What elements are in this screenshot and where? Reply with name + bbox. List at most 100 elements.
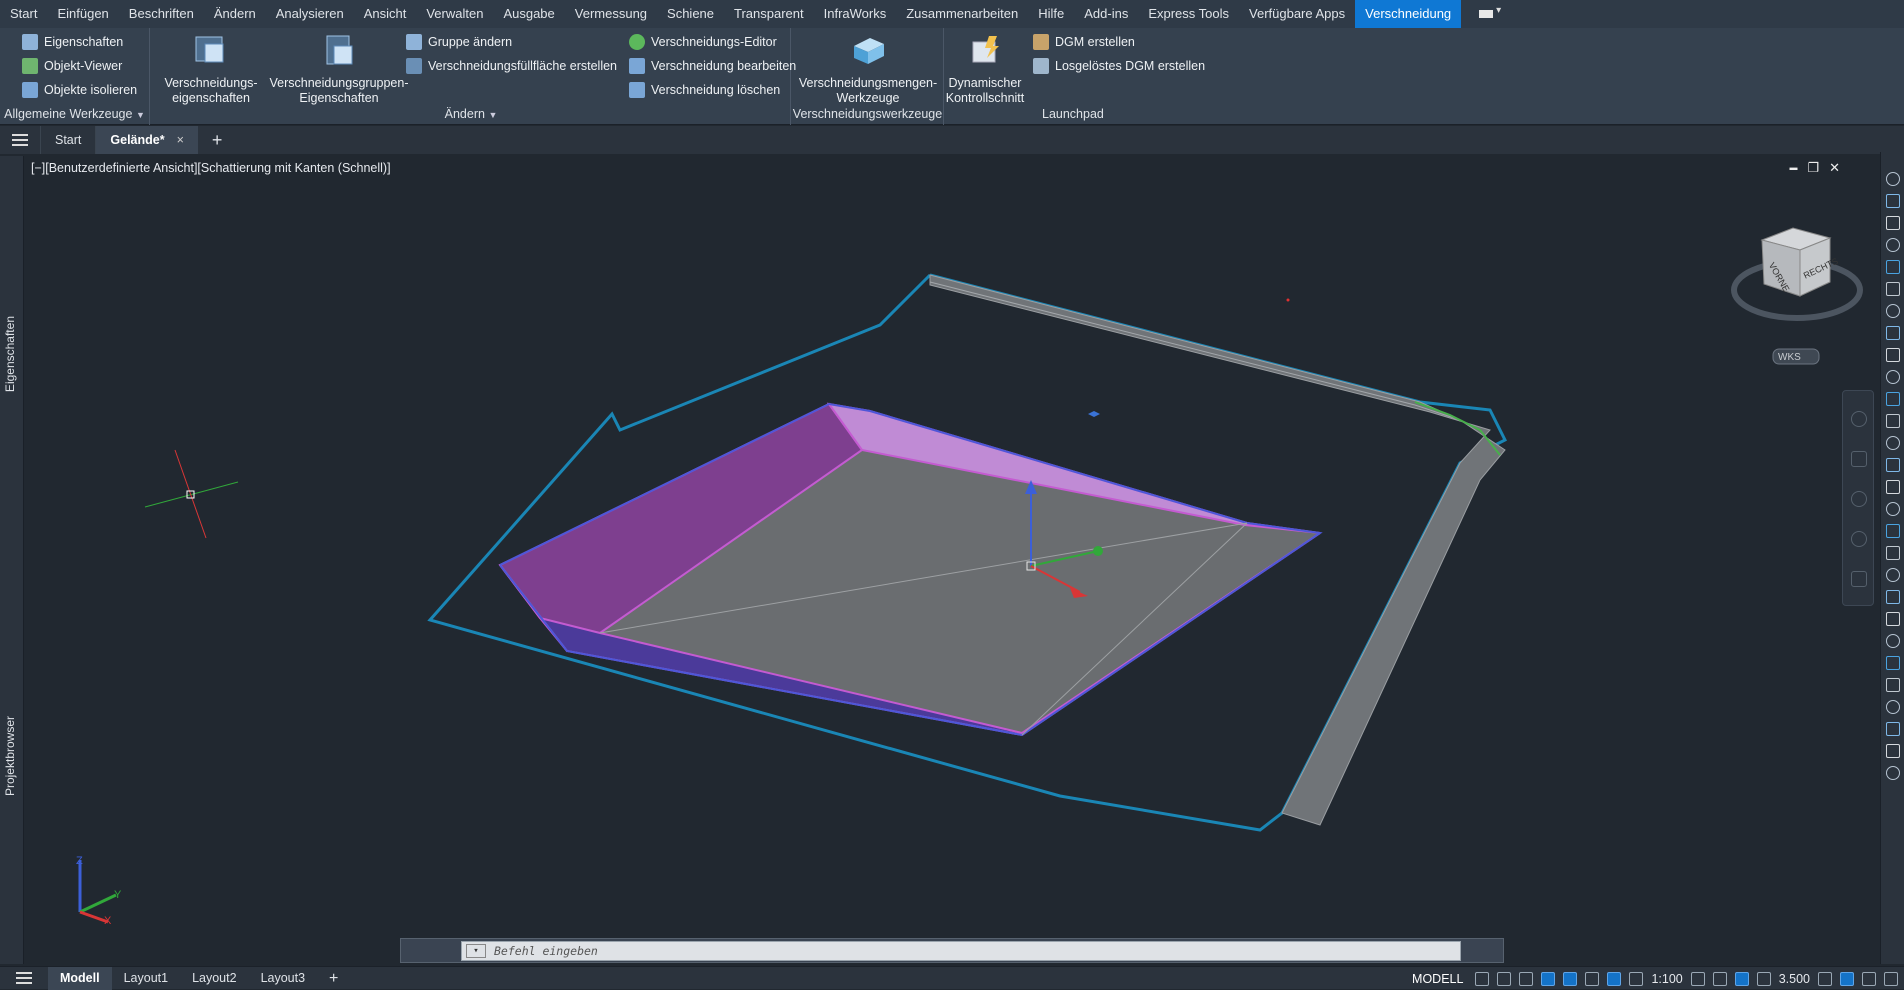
side-tool-icon[interactable] — [1886, 590, 1900, 604]
side-tool-icon[interactable] — [1886, 326, 1900, 340]
delete-grading-button[interactable]: Verschneidung löschen — [629, 79, 780, 101]
menu-icon[interactable] — [0, 126, 40, 154]
side-tool-icon[interactable] — [1886, 238, 1900, 252]
side-tool-icon[interactable] — [1886, 260, 1900, 274]
layout-tab-1[interactable]: Layout1 — [112, 967, 180, 990]
menu-tab-6[interactable]: Verwalten — [416, 0, 493, 28]
side-tool-icon[interactable] — [1886, 524, 1900, 538]
menu-tab-11[interactable]: InfraWorks — [814, 0, 897, 28]
tab-gelaende[interactable]: Gelände* × — [95, 126, 198, 154]
side-tool-icon[interactable] — [1886, 546, 1900, 560]
snap-icon[interactable] — [1497, 971, 1512, 986]
hardware-acceleration-icon[interactable] — [1818, 971, 1832, 986]
side-tool-icon[interactable] — [1886, 634, 1900, 648]
new-tab-button[interactable]: + — [198, 126, 237, 154]
command-input[interactable]: ▾ Befehl eingeben — [461, 940, 1461, 961]
modify-group-button[interactable]: Gruppe ändern — [406, 31, 512, 53]
edit-grading-button[interactable]: Verschneidung bearbeiten — [629, 55, 796, 77]
clean-screen-icon[interactable] — [1840, 971, 1854, 986]
menu-tab-9[interactable]: Schiene — [657, 0, 724, 28]
side-tool-icon[interactable] — [1886, 414, 1900, 428]
create-detached-surface-button[interactable]: Losgelöstes DGM erstellen — [1033, 55, 1205, 77]
menu-tab-16[interactable]: Verfügbare Apps — [1239, 0, 1355, 28]
layout-tab-model[interactable]: Modell — [48, 966, 112, 990]
side-tool-icon[interactable] — [1886, 744, 1900, 758]
menu-tab-2[interactable]: Beschriften — [119, 0, 204, 28]
object-snap-icon[interactable] — [1607, 971, 1622, 986]
side-tool-icon[interactable] — [1886, 568, 1900, 582]
side-tool-icon[interactable] — [1886, 458, 1900, 472]
fullscreen-icon[interactable] — [1862, 971, 1876, 986]
menu-tab-17[interactable]: Verschneidung — [1355, 0, 1462, 28]
menu-tab-1[interactable]: Einfügen — [47, 0, 118, 28]
zoom-icon[interactable] — [1851, 491, 1867, 507]
side-tool-icon[interactable] — [1886, 370, 1900, 384]
grading-group-properties-button[interactable]: Verschneidungsgruppen- Eigenschaften — [263, 34, 415, 106]
side-tool-icon[interactable] — [1886, 194, 1900, 208]
side-tool-icon[interactable] — [1886, 436, 1900, 450]
side-tool-icon[interactable] — [1886, 392, 1900, 406]
create-surface-button[interactable]: DGM erstellen — [1033, 31, 1135, 53]
isolate-objects-button[interactable]: Objekte isolieren — [22, 79, 137, 101]
isolate-objects-icon[interactable] — [1734, 971, 1749, 986]
menu-tab-5[interactable]: Ansicht — [354, 0, 417, 28]
elevation-value[interactable]: 3.500 — [1779, 972, 1810, 986]
side-tool-icon[interactable] — [1886, 766, 1900, 780]
menu-tab-13[interactable]: Hilfe — [1028, 0, 1074, 28]
menu-tab-0[interactable]: Start — [0, 0, 47, 28]
add-icon[interactable] — [1712, 971, 1727, 986]
space-toggle[interactable]: MODELL — [1408, 972, 1467, 986]
drawing-viewport[interactable]: [−][Benutzerdefinierte Ansicht][Schattie… — [24, 156, 1880, 964]
side-tool-icon[interactable] — [1886, 172, 1900, 186]
pan-icon[interactable] — [1851, 451, 1867, 467]
grading-properties-button[interactable]: Verschneidungs- eigenschaften — [161, 34, 261, 106]
create-infill-button[interactable]: Verschneidungsfüllfläche erstellen — [406, 55, 617, 77]
isodraft-icon[interactable] — [1563, 971, 1578, 986]
layout-tab-3[interactable]: Layout3 — [249, 967, 317, 990]
annotation-visibility-icon[interactable] — [1629, 971, 1644, 986]
menu-tab-15[interactable]: Express Tools — [1138, 0, 1239, 28]
side-tool-icon[interactable] — [1886, 216, 1900, 230]
showmotion-icon[interactable] — [1851, 571, 1867, 587]
tab-start[interactable]: Start — [40, 126, 95, 154]
side-tool-icon[interactable] — [1886, 502, 1900, 516]
side-tool-icon[interactable] — [1886, 480, 1900, 494]
menu-tab-8[interactable]: Vermessung — [565, 0, 657, 28]
layout-tab-2[interactable]: Layout2 — [180, 967, 248, 990]
menu-icon[interactable] — [0, 967, 48, 990]
object-snap-tracking-icon[interactable] — [1585, 971, 1600, 986]
command-prefix-icon[interactable]: ▾ — [466, 943, 486, 958]
object-viewer-button[interactable]: Objekt-Viewer — [22, 55, 122, 77]
volume-tools-button[interactable]: Verschneidungsmengen- Werkzeuge — [794, 34, 942, 106]
customize-menu-icon[interactable] — [1884, 971, 1898, 986]
side-tool-icon[interactable] — [1886, 700, 1900, 714]
workspace-switch-icon[interactable] — [1477, 5, 1503, 21]
steering-wheel-icon[interactable] — [1851, 411, 1867, 427]
project-browser-tab[interactable]: Projektbrowser — [3, 716, 17, 796]
grading-editor-button[interactable]: Verschneidungs-Editor — [629, 31, 777, 53]
annotation-scale[interactable]: 1:100 — [1651, 972, 1682, 986]
elevation-icon[interactable] — [1756, 971, 1771, 986]
add-layout-button[interactable]: + — [317, 967, 350, 990]
menu-tab-7[interactable]: Ausgabe — [493, 0, 564, 28]
properties-palette-tab[interactable]: Eigenschaften — [3, 316, 17, 392]
side-tool-icon[interactable] — [1886, 722, 1900, 736]
panel-title-general[interactable]: Allgemeine Werkzeuge ▼ — [0, 105, 149, 123]
grid-icon[interactable] — [1475, 971, 1490, 986]
close-tab-icon[interactable]: × — [177, 133, 184, 147]
side-tool-icon[interactable] — [1886, 612, 1900, 626]
menu-tab-10[interactable]: Transparent — [724, 0, 814, 28]
menu-tab-12[interactable]: Zusammenarbeiten — [896, 0, 1028, 28]
dynamic-profile-button[interactable]: Dynamischer Kontrollschnitt — [945, 34, 1025, 106]
polar-tracking-icon[interactable] — [1541, 971, 1556, 986]
side-tool-icon[interactable] — [1886, 656, 1900, 670]
side-tool-icon[interactable] — [1886, 304, 1900, 318]
menu-tab-4[interactable]: Analysieren — [266, 0, 354, 28]
menu-tab-14[interactable]: Add-ins — [1074, 0, 1138, 28]
side-tool-icon[interactable] — [1886, 348, 1900, 362]
menu-tab-3[interactable]: Ändern — [204, 0, 266, 28]
gear-icon[interactable] — [1690, 971, 1705, 986]
ortho-icon[interactable] — [1519, 971, 1534, 986]
side-tool-icon[interactable] — [1886, 678, 1900, 692]
model-canvas[interactable]: Z Y X VORNE RECHTS WKS — [24, 156, 1880, 964]
